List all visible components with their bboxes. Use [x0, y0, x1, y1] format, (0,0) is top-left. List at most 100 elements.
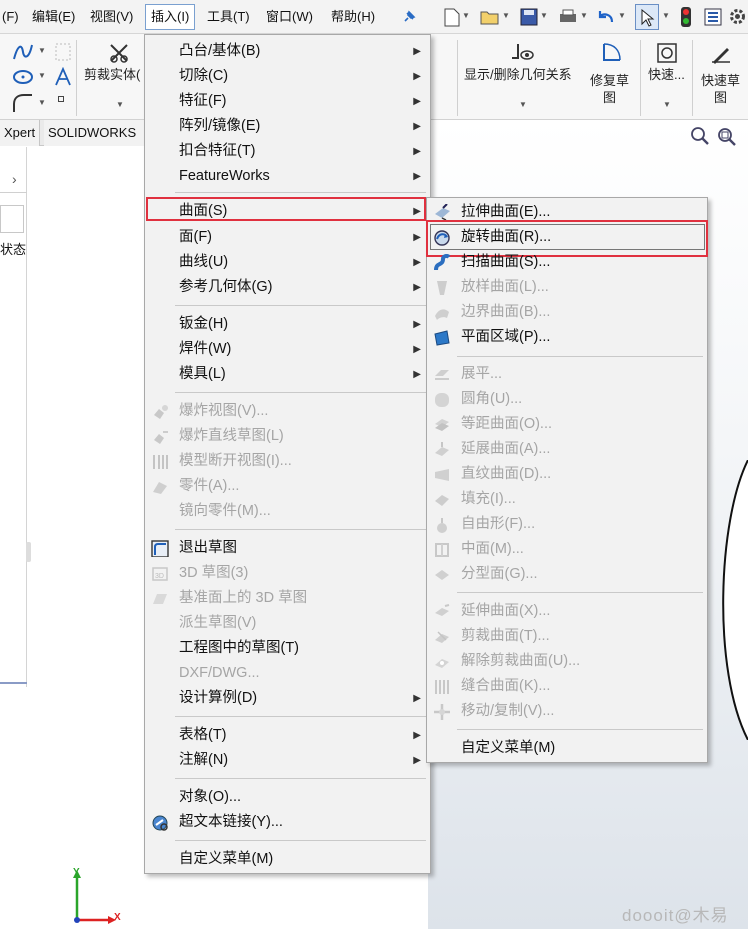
insert-menu-item-16: 模型断开视图(I)... [145, 449, 430, 474]
chevron-down-icon[interactable]: ▼ [580, 11, 588, 20]
expand-panel-button[interactable]: › [0, 167, 27, 193]
insert-menu-item-26[interactable]: 表格(T) ▶ [145, 723, 430, 748]
chevron-down-icon[interactable]: ▼ [540, 11, 548, 20]
chevron-down-icon[interactable]: ▼ [38, 71, 46, 80]
menu-separator [457, 729, 703, 730]
freeform-icon [437, 518, 447, 533]
insert-menu-item-13[interactable]: 模具(L) ▶ [145, 362, 430, 387]
chevron-down-icon[interactable]: ▼ [38, 46, 46, 55]
insert-menu-item-label: 焊件(W) [179, 341, 232, 357]
chevron-down-icon[interactable]: ▼ [502, 11, 510, 20]
parting-surface-icon [435, 570, 449, 580]
tab-solidworks[interactable]: SOLIDWORKS [44, 120, 150, 146]
pin-icon[interactable] [402, 10, 416, 24]
repair-sketch-icon[interactable] [600, 42, 624, 64]
zoom-to-fit-icon[interactable] [690, 126, 710, 146]
insert-menu-item-label: 钣金(H) [179, 316, 229, 332]
radiate-surface-icon [435, 442, 449, 456]
menu-separator [175, 192, 426, 193]
surface-menu-item-8: 圆角(U)... [427, 387, 707, 412]
break-view-icon [153, 455, 168, 469]
chevron-down-icon[interactable]: ▼ [116, 100, 124, 109]
rebuild-traffic-light-icon[interactable] [680, 6, 692, 28]
insert-menu-item-30[interactable]: 自定义菜单(M) [145, 847, 430, 872]
surface-menu-item-label: 缝合曲面(K)... [461, 678, 551, 694]
options-gear-icon[interactable] [728, 7, 747, 26]
menu-window[interactable]: 窗口(W) [266, 0, 313, 34]
insert-menu-item-3[interactable]: 特征(F) ▶ [145, 89, 430, 114]
insert-menu-item-28[interactable]: 对象(O)... [145, 785, 430, 810]
menu-file[interactable]: (F) [2, 0, 19, 34]
trim-surface-icon [435, 631, 449, 643]
quick-snaps-button[interactable]: 快速... [648, 66, 685, 83]
open-folder-icon[interactable] [480, 8, 500, 26]
menu-view[interactable]: 视图(V) [90, 0, 133, 34]
spline-icon[interactable] [12, 42, 34, 62]
surface-menu-item-21[interactable]: 自定义菜单(M) [427, 736, 707, 761]
chevron-down-icon[interactable]: ▼ [662, 11, 670, 20]
zoom-to-area-icon[interactable] [716, 126, 736, 146]
divider [692, 40, 693, 116]
display-relations-icon[interactable] [510, 42, 534, 64]
insert-menu-item-label: 曲线(U) [179, 254, 229, 270]
print-icon[interactable] [558, 8, 578, 26]
menu-edit[interactable]: 编辑(E) [32, 0, 75, 34]
insert-menu-item-label: 超文本链接(Y)... [179, 814, 283, 830]
file-properties-icon[interactable] [704, 8, 722, 26]
rapid-sketch-button[interactable]: 快速草图 [701, 72, 740, 106]
sketch-text-icon[interactable] [54, 67, 72, 87]
chevron-down-icon[interactable]: ▼ [462, 11, 470, 20]
filter-field[interactable] [0, 205, 24, 233]
explode-icon [154, 405, 168, 419]
insert-menu-item-10[interactable]: 参考几何体(G) ▶ [145, 275, 430, 300]
insert-menu-item-label: 扣合特征(T) [179, 143, 256, 159]
insert-menu-item-1[interactable]: 凸台/基体(B) ▶ [145, 39, 430, 64]
chevron-down-icon[interactable]: ▼ [618, 11, 626, 20]
menu-help[interactable]: 帮助(H) [331, 0, 375, 34]
chevron-down-icon[interactable]: ▼ [38, 98, 46, 107]
surface-menu-item-3[interactable]: 扫描曲面(S)... [427, 250, 707, 275]
save-icon[interactable] [520, 8, 538, 26]
menu-insert[interactable]: 插入(I) [145, 4, 196, 30]
insert-menu-item-25[interactable]: 设计算例(D) ▶ [145, 686, 430, 711]
chevron-down-icon[interactable]: ▼ [663, 100, 671, 109]
point-icon[interactable] [58, 96, 64, 102]
insert-menu-item-11[interactable]: 钣金(H) ▶ [145, 312, 430, 337]
insert-menu-item-23[interactable]: 工程图中的草图(T) [145, 636, 430, 661]
insert-menu-item-6[interactable]: FeatureWorks ▶ [145, 164, 430, 189]
sketch-3d-icon: 3D [152, 567, 168, 581]
undo-icon[interactable] [596, 8, 616, 26]
panel-splitter-handle[interactable] [26, 542, 31, 562]
surface-menu-item-label: 平面区域(P)... [461, 329, 551, 345]
new-document-icon[interactable] [444, 8, 460, 27]
ruled-surface-icon [435, 469, 449, 481]
insert-menu-item-label: 退出草图 [179, 540, 237, 556]
insert-menu-item-5[interactable]: 扣合特征(T) ▶ [145, 139, 430, 164]
insert-menu-item-8[interactable]: 面(F) ▶ [145, 225, 430, 250]
fillet-sketch-icon[interactable] [12, 92, 34, 114]
insert-menu-item-9[interactable]: 曲线(U) ▶ [145, 250, 430, 275]
tab-xpert[interactable]: Xpert [0, 120, 41, 146]
sketch-picture-icon[interactable] [54, 42, 72, 62]
trim-entities-icon[interactable] [108, 42, 130, 64]
insert-menu-item-19[interactable]: 退出草图 [145, 536, 430, 561]
select-tool-button[interactable] [635, 4, 659, 30]
ellipse-icon[interactable] [12, 67, 34, 87]
menu-tools[interactable]: 工具(T) [207, 0, 250, 34]
insert-menu-item-4[interactable]: 阵列/镜像(E) ▶ [145, 114, 430, 139]
insert-menu-item-12[interactable]: 焊件(W) ▶ [145, 337, 430, 362]
show-delete-relations-button[interactable]: 显示/删除几何关系 [464, 66, 572, 83]
insert-menu-item-22: 派生草图(V) [145, 611, 430, 636]
insert-menu-item-label: 模型断开视图(I)... [179, 453, 292, 469]
cursor-icon [641, 9, 655, 27]
surface-menu-item-9: 等距曲面(O)... [427, 412, 707, 437]
insert-menu-item-29[interactable]: 超文本链接(Y)... [145, 810, 430, 835]
rapid-sketch-icon[interactable] [710, 44, 732, 64]
insert-menu-item-27[interactable]: 注解(N) ▶ [145, 748, 430, 773]
repair-sketch-button[interactable]: 修复草图 [590, 72, 629, 106]
chevron-down-icon[interactable]: ▼ [519, 100, 527, 109]
surface-menu-item-6[interactable]: 平面区域(P)... [427, 325, 707, 350]
trim-entities-button[interactable]: 剪裁实体( [84, 66, 140, 83]
insert-menu-item-2[interactable]: 切除(C) ▶ [145, 64, 430, 89]
quick-snaps-icon[interactable] [656, 42, 678, 64]
